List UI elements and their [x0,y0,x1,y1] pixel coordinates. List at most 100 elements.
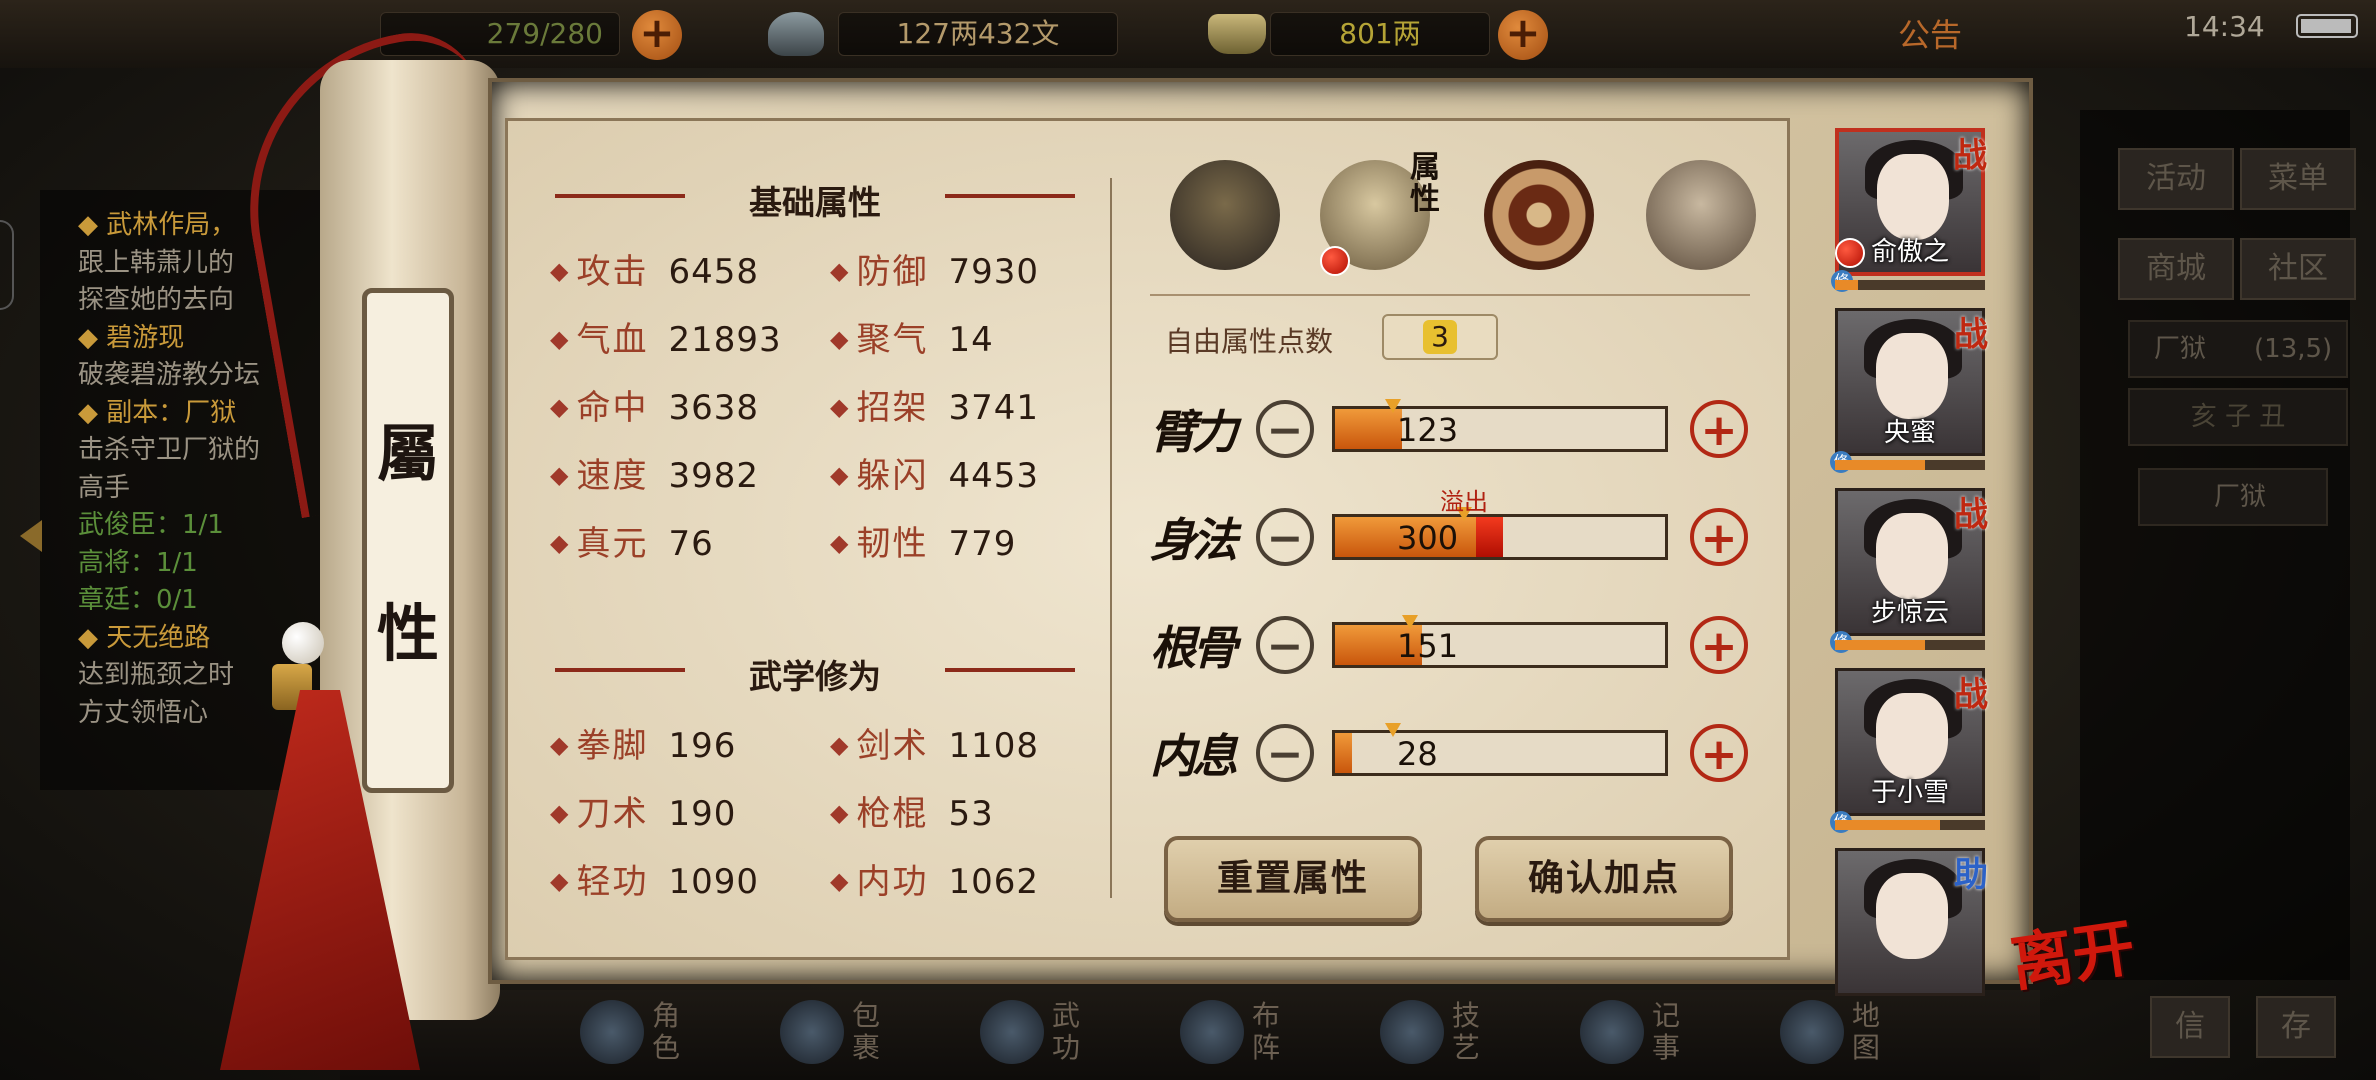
stat-name: 招架 [856,388,929,428]
money-display: 127两432文 [838,12,1118,56]
nav-label[interactable]: 包裹 [850,1000,882,1064]
confirm-points-button[interactable]: 确认加点 [1475,836,1733,922]
tab-character-icon[interactable] [1170,160,1280,270]
bar-overflow [1476,517,1503,557]
diamond-icon: ◆ [830,731,849,759]
activity-button[interactable]: 活动 [2118,148,2234,210]
stat-item: ◆ 躲闪 4453 [830,448,1039,497]
diamond-icon: ◆ [830,867,849,895]
attr-point-bar: 123 [1332,399,1668,452]
nav-label[interactable]: 布阵 [1250,1000,1282,1064]
save-button[interactable]: 存 [2256,996,2336,1058]
nav-label[interactable]: 角色 [650,1000,682,1064]
stat-value: 3638 [668,388,759,428]
stat-name: 内功 [856,862,929,902]
face [1876,333,1948,419]
attr-point-value: 300 [1397,519,1459,557]
increase-button[interactable]: + [1690,724,1748,782]
stat-item: ◆ 聚气 14 [830,312,994,361]
stat-value: 1062 [948,862,1039,902]
quest-line: ◆ 碧游现 [78,322,185,353]
decrease-button[interactable]: − [1256,616,1314,674]
stat-name: 刀术 [576,794,649,834]
menu-button[interactable]: 菜单 [2240,148,2356,210]
increase-button[interactable]: + [1690,508,1748,566]
nav-label[interactable]: 武功 [1050,1000,1082,1064]
quest-line: 武俊臣：1/1 [78,510,224,540]
stat-item: ◆ 速度 3982 [550,448,759,497]
role-badge: 战 [1954,315,1988,355]
stat-item: ◆ 真元 76 [550,516,714,565]
left-edge-tab[interactable] [0,220,14,310]
stat-value: 7930 [948,252,1039,292]
reset-attrs-button[interactable]: 重置属性 [1164,836,1422,922]
add-stamina-button[interactable]: + [632,10,682,60]
stat-value: 4453 [948,456,1039,496]
nav-icon[interactable] [980,1000,1044,1064]
tab-bagua-icon[interactable] [1484,160,1594,270]
announcement-button[interactable]: 公告 [1898,10,1962,56]
notification-dot [1835,238,1865,268]
decrease-button[interactable]: − [1256,724,1314,782]
attr-point-bar: 151 [1332,615,1668,668]
party-member-portrait[interactable]: 战央蜜修 [1830,308,1988,473]
decrease-button[interactable]: − [1256,508,1314,566]
party-member-portrait[interactable]: 战于小雪修 [1830,668,1988,833]
quest-line: ◆ 天无绝路 [78,622,211,653]
stat-value: 6458 [668,252,759,292]
attr-point-name: 根骨 [1150,621,1238,675]
quest-line: 达到瓶颈之时 [78,660,235,690]
stat-value: 779 [948,524,1017,564]
nav-label[interactable]: 技艺 [1450,1000,1482,1064]
shop-button[interactable]: 商城 [2118,238,2234,300]
gold-display: 801两 [1270,12,1490,56]
clock: 14:34 [2184,10,2265,43]
leave-button[interactable]: 离开 [2004,897,2139,1003]
decrease-button[interactable]: − [1256,400,1314,458]
battery-icon [2296,14,2358,38]
attr-point-bar: 28 [1332,723,1668,776]
party-member-portrait[interactable]: 助 [1835,848,1988,996]
stat-value: 1108 [948,726,1039,766]
stat-name: 韧性 [856,524,929,564]
diamond-icon: ◆ [550,461,569,489]
party-member-portrait[interactable]: 战俞傲之修 [1831,128,1987,292]
diamond-icon: ◆ [830,529,849,557]
increase-button[interactable]: + [1690,400,1748,458]
role-badge: 助 [1954,855,1988,895]
stat-item: ◆ 剑术 1108 [830,718,1039,767]
stat-item: ◆ 攻击 6458 [550,244,759,293]
community-button[interactable]: 社区 [2240,238,2356,300]
dungeon-button[interactable]: 厂狱 [2138,468,2328,526]
quest-line: ◆ 副本：厂狱 [78,397,237,428]
nav-icon[interactable] [580,1000,644,1064]
quest-line: 方丈领悟心 [78,697,209,728]
add-gold-button[interactable]: + [1498,10,1548,60]
nav-icon[interactable] [1380,1000,1444,1064]
quest-line: 高将：1/1 [78,547,198,578]
free-points-label: 自由属性点数 [1165,325,1334,358]
collapse-arrow-icon[interactable] [20,520,42,552]
diamond-icon: ◆ [830,799,849,827]
nav-label[interactable]: 地图 [1850,1000,1882,1064]
location-display[interactable]: 厂狱 (13,5) [2128,320,2348,378]
nav-label[interactable]: 记事 [1650,1000,1682,1064]
nav-icon[interactable] [1780,1000,1844,1064]
mail-button[interactable]: 信 [2150,996,2230,1058]
notification-dot [1320,246,1350,276]
bar-fill [1835,640,1925,650]
party-member-portrait[interactable]: 战步惊云修 [1830,488,1988,653]
tab-attributes[interactable]: 属性 [1320,152,1440,276]
stat-name: 剑术 [856,726,929,766]
increase-button[interactable]: + [1690,616,1748,674]
stat-name: 真元 [576,524,649,564]
tab-body-icon[interactable] [1646,160,1756,270]
nav-icon[interactable] [780,1000,844,1064]
stat-item: ◆ 防御 7930 [830,244,1039,293]
nav-icon[interactable] [1180,1000,1244,1064]
stat-name: 枪棍 [856,794,929,834]
bar-fill [1835,280,1858,290]
nav-icon[interactable] [1580,1000,1644,1064]
quest-line: 高手 [78,472,131,503]
diamond-icon: ◆ [830,461,849,489]
